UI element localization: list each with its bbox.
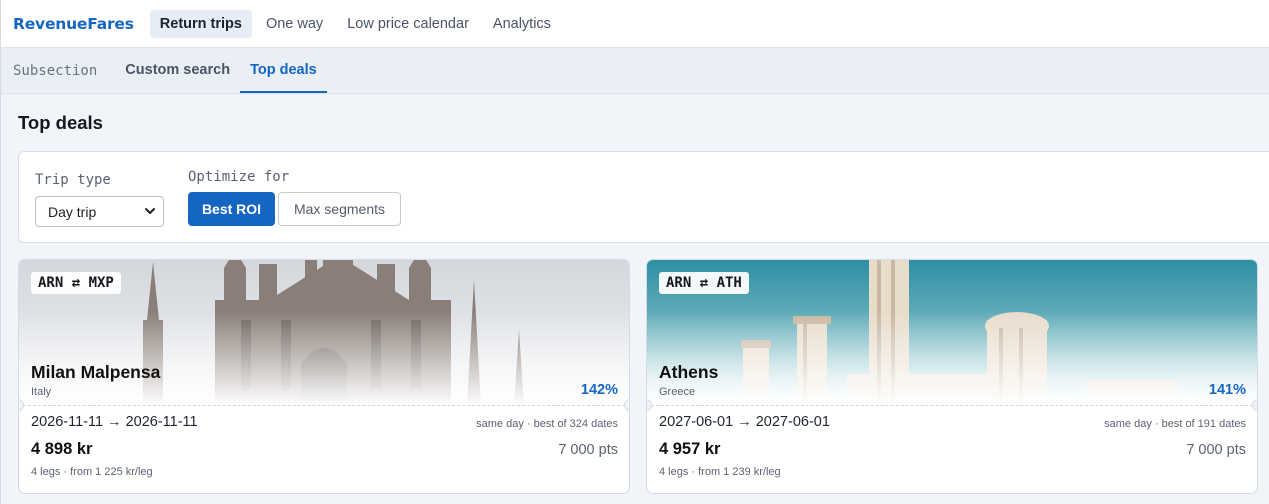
chevron-down-icon [145, 208, 155, 214]
legs-info: 4 legs · from 1 225 kr/leg [31, 466, 153, 478]
filters-panel: Trip type Day trip Optimize for Best ROI… [18, 151, 1269, 243]
travel-dates: 2026-11-11 → 2026-11-11 [31, 414, 198, 430]
trip-type-select[interactable]: Day trip [35, 196, 164, 227]
ticket-notch [624, 399, 629, 411]
trip-type-value: Day trip [48, 203, 97, 220]
page-title: Top deals [18, 112, 103, 133]
points: 7 000 pts [558, 442, 618, 458]
country-name: Italy [31, 386, 52, 398]
tab-custom-search[interactable]: Custom search [115, 48, 240, 93]
date-meta: same day · best of 191 dates [1104, 418, 1246, 430]
brand-logo[interactable]: RevenueFares [13, 15, 134, 33]
optimize-label: Optimize for [188, 169, 290, 185]
subsection-label: Subsection [13, 62, 98, 79]
divider [23, 405, 625, 406]
date-meta: same day · best of 324 dates [476, 418, 618, 430]
legs-info: 4 legs · from 1 239 kr/leg [659, 466, 781, 478]
ticket-notch [1252, 399, 1257, 411]
deal-card[interactable]: ARN ⇄ ATH Athens Greece 141% 2027-06-01 … [646, 259, 1258, 494]
route-badge: ARN ⇄ MXP [31, 272, 121, 294]
sub-nav: Subsection Custom search Top deals [1, 48, 1269, 94]
price: 4 957 kr [659, 440, 721, 458]
max-segments-button[interactable]: Max segments [278, 192, 401, 226]
city-name: Milan Malpensa [31, 362, 161, 382]
roi-value: 142% [580, 382, 618, 398]
country-name: Greece [659, 386, 696, 398]
trip-type-label: Trip type [35, 172, 111, 188]
roi-value: 141% [1208, 382, 1246, 398]
price: 4 898 kr [31, 440, 93, 458]
top-nav: RevenueFares Return trips One way Low pr… [1, 0, 1269, 48]
travel-dates: 2027-06-01 → 2027-06-01 [659, 414, 830, 430]
route-badge: ARN ⇄ ATH [659, 272, 749, 294]
tab-top-deals[interactable]: Top deals [240, 48, 327, 93]
nav-analytics[interactable]: Analytics [483, 10, 561, 38]
city-name: Athens [659, 362, 719, 382]
deal-card[interactable]: ARN ⇄ MXP Milan Malpensa Italy 142% 2026… [18, 259, 630, 494]
nav-one-way[interactable]: One way [256, 10, 333, 38]
nav-low-price-calendar[interactable]: Low price calendar [337, 10, 479, 38]
best-roi-button[interactable]: Best ROI [188, 192, 275, 226]
points: 7 000 pts [1186, 442, 1246, 458]
nav-return-trips[interactable]: Return trips [149, 9, 252, 38]
divider [651, 405, 1253, 406]
